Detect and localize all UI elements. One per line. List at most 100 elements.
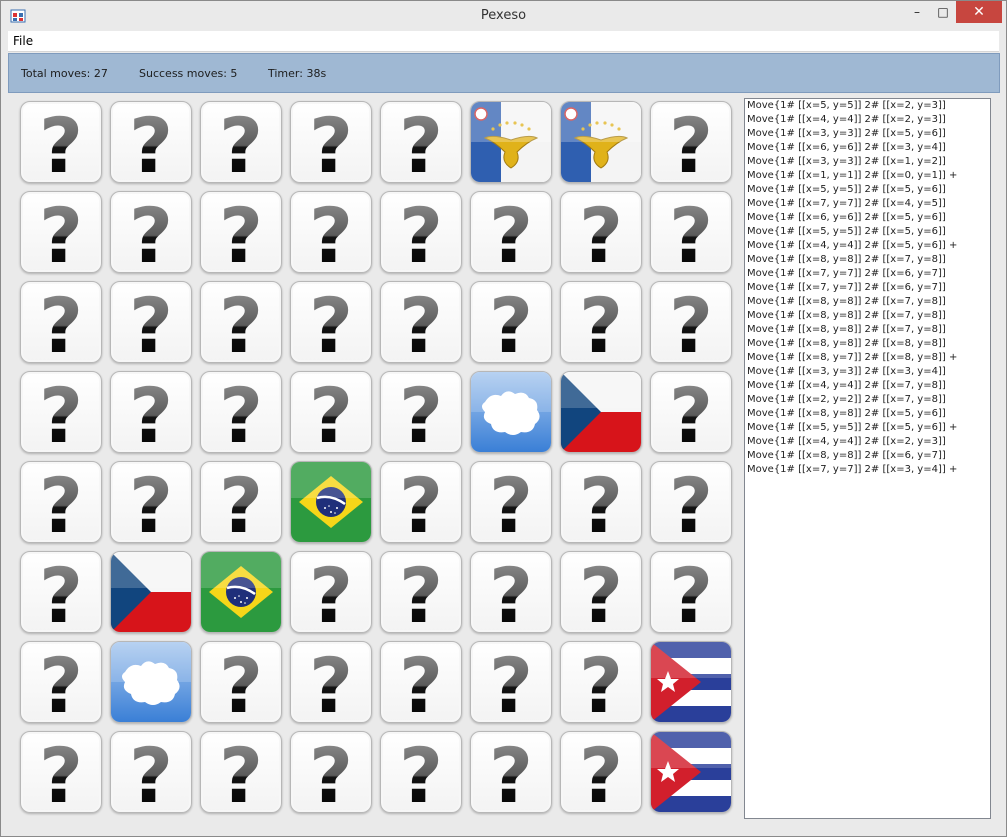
card-hidden[interactable]: ? bbox=[20, 731, 102, 813]
card-hidden[interactable]: ? bbox=[380, 461, 462, 543]
card-hidden[interactable]: ? bbox=[470, 461, 552, 543]
card-hidden[interactable]: ? bbox=[110, 731, 192, 813]
svg-text:?: ? bbox=[309, 102, 353, 182]
card-hidden[interactable]: ? bbox=[560, 641, 642, 723]
svg-text:?: ? bbox=[39, 732, 83, 812]
log-entry: Move{1# [[x=3, y=3]] 2# [[x=5, y=6]] bbox=[747, 128, 946, 139]
log-entry: Move{1# [[x=2, y=2]] 2# [[x=7, y=8]] bbox=[747, 394, 946, 405]
card-hidden[interactable]: ? bbox=[290, 281, 372, 363]
card-hidden[interactable]: ? bbox=[470, 641, 552, 723]
question-mark-icon: ? bbox=[579, 552, 623, 632]
card-hidden[interactable]: ? bbox=[470, 191, 552, 273]
card-hidden[interactable]: ? bbox=[200, 101, 282, 183]
question-mark-icon: ? bbox=[399, 642, 443, 722]
card-hidden[interactable]: ? bbox=[650, 191, 732, 273]
brazil-flag-icon bbox=[201, 552, 281, 632]
card-hidden[interactable]: ? bbox=[380, 641, 462, 723]
card-hidden[interactable]: ? bbox=[470, 281, 552, 363]
card-hidden[interactable]: ? bbox=[560, 551, 642, 633]
card-antarctica-flag[interactable] bbox=[110, 641, 192, 723]
title-bar[interactable]: Pexeso – □ ✕ bbox=[1, 1, 1006, 31]
card-hidden[interactable]: ? bbox=[560, 191, 642, 273]
card-hidden[interactable]: ? bbox=[380, 551, 462, 633]
card-hidden[interactable]: ? bbox=[110, 281, 192, 363]
svg-text:?: ? bbox=[489, 642, 533, 722]
card-antarctica-flag[interactable] bbox=[470, 371, 552, 453]
card-hidden[interactable]: ? bbox=[200, 641, 282, 723]
card-hidden[interactable]: ? bbox=[380, 191, 462, 273]
game-board: ????????????????????????????????????????… bbox=[17, 98, 737, 818]
card-hidden[interactable]: ? bbox=[560, 731, 642, 813]
card-hidden[interactable]: ? bbox=[650, 101, 732, 183]
card-azores-flag[interactable] bbox=[470, 101, 552, 183]
card-hidden[interactable]: ? bbox=[380, 101, 462, 183]
card-hidden[interactable]: ? bbox=[110, 371, 192, 453]
svg-text:?: ? bbox=[579, 552, 623, 632]
svg-text:?: ? bbox=[669, 372, 713, 452]
card-hidden[interactable]: ? bbox=[110, 461, 192, 543]
question-mark-icon: ? bbox=[669, 552, 713, 632]
svg-text:?: ? bbox=[129, 282, 173, 362]
card-hidden[interactable]: ? bbox=[200, 191, 282, 273]
card-czech-flag[interactable] bbox=[560, 371, 642, 453]
svg-text:?: ? bbox=[219, 462, 263, 542]
card-hidden[interactable]: ? bbox=[650, 371, 732, 453]
log-entry: Move{1# [[x=6, y=6]] 2# [[x=5, y=6]] bbox=[747, 212, 946, 223]
svg-text:?: ? bbox=[579, 462, 623, 542]
card-azores-flag[interactable] bbox=[560, 101, 642, 183]
card-hidden[interactable]: ? bbox=[110, 101, 192, 183]
card-hidden[interactable]: ? bbox=[110, 191, 192, 273]
log-entry: Move{1# [[x=8, y=8]] 2# [[x=7, y=8]] bbox=[747, 310, 946, 321]
question-mark-icon: ? bbox=[579, 642, 623, 722]
card-hidden[interactable]: ? bbox=[290, 191, 372, 273]
card-hidden[interactable]: ? bbox=[560, 461, 642, 543]
cuba-flag-icon bbox=[651, 642, 731, 722]
card-hidden[interactable]: ? bbox=[470, 731, 552, 813]
card-czech-flag[interactable] bbox=[110, 551, 192, 633]
card-hidden[interactable]: ? bbox=[200, 731, 282, 813]
card-hidden[interactable]: ? bbox=[290, 641, 372, 723]
log-entry: Move{1# [[x=4, y=4]] 2# [[x=5, y=6]] + bbox=[747, 240, 958, 251]
svg-text:?: ? bbox=[39, 102, 83, 182]
card-hidden[interactable]: ? bbox=[380, 281, 462, 363]
card-hidden[interactable]: ? bbox=[650, 281, 732, 363]
card-hidden[interactable]: ? bbox=[20, 101, 102, 183]
card-hidden[interactable]: ? bbox=[380, 731, 462, 813]
card-cuba-flag[interactable] bbox=[650, 731, 732, 813]
close-button[interactable]: ✕ bbox=[956, 1, 1002, 23]
card-hidden[interactable]: ? bbox=[20, 461, 102, 543]
log-entry: Move{1# [[x=8, y=8]] 2# [[x=7, y=8]] bbox=[747, 296, 946, 307]
card-hidden[interactable]: ? bbox=[200, 461, 282, 543]
card-hidden[interactable]: ? bbox=[20, 191, 102, 273]
log-entry: Move{1# [[x=8, y=8]] 2# [[x=6, y=7]] bbox=[747, 450, 946, 461]
card-hidden[interactable]: ? bbox=[20, 281, 102, 363]
card-hidden[interactable]: ? bbox=[200, 371, 282, 453]
card-hidden[interactable]: ? bbox=[560, 281, 642, 363]
card-hidden[interactable]: ? bbox=[380, 371, 462, 453]
card-hidden[interactable]: ? bbox=[290, 551, 372, 633]
svg-text:?: ? bbox=[399, 192, 443, 272]
card-hidden[interactable]: ? bbox=[290, 101, 372, 183]
card-hidden[interactable]: ? bbox=[290, 371, 372, 453]
card-brazil-flag[interactable] bbox=[290, 461, 372, 543]
card-cuba-flag[interactable] bbox=[650, 641, 732, 723]
timer-label: Timer: 38s bbox=[268, 67, 327, 80]
svg-text:?: ? bbox=[579, 642, 623, 722]
log-entry: Move{1# [[x=8, y=8]] 2# [[x=7, y=8]] bbox=[747, 324, 946, 335]
move-log[interactable]: Move{1# [[x=5, y=5]] 2# [[x=2, y=3]] Move… bbox=[744, 98, 991, 819]
card-hidden[interactable]: ? bbox=[470, 551, 552, 633]
card-hidden[interactable]: ? bbox=[650, 551, 732, 633]
minimize-button[interactable]: – bbox=[904, 1, 930, 23]
question-mark-icon: ? bbox=[39, 732, 83, 812]
svg-text:?: ? bbox=[399, 642, 443, 722]
card-hidden[interactable]: ? bbox=[290, 731, 372, 813]
card-hidden[interactable]: ? bbox=[20, 551, 102, 633]
maximize-button[interactable]: □ bbox=[930, 1, 956, 23]
svg-text:?: ? bbox=[129, 102, 173, 182]
card-brazil-flag[interactable] bbox=[200, 551, 282, 633]
card-hidden[interactable]: ? bbox=[20, 371, 102, 453]
menu-file[interactable]: File bbox=[13, 34, 33, 48]
card-hidden[interactable]: ? bbox=[200, 281, 282, 363]
card-hidden[interactable]: ? bbox=[20, 641, 102, 723]
card-hidden[interactable]: ? bbox=[650, 461, 732, 543]
